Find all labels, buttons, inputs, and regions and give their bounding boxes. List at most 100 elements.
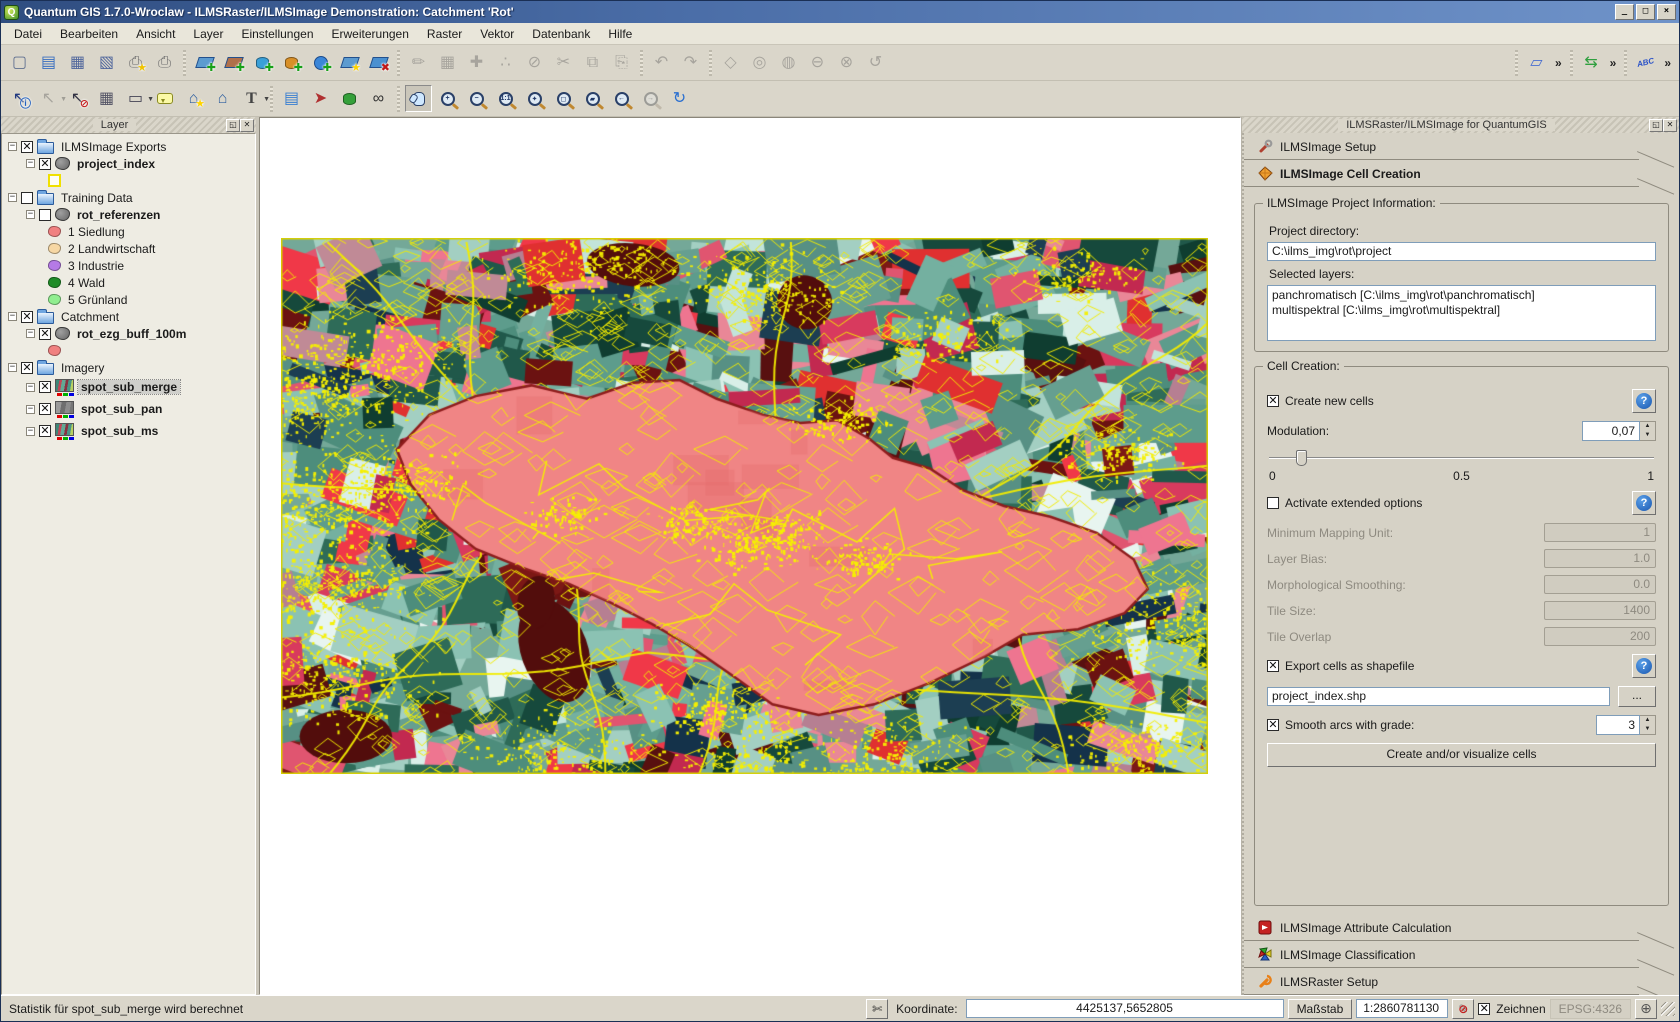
print-icon[interactable]: ⎙ (151, 49, 178, 76)
smooth-arcs-checkbox[interactable]: ✕ Smooth arcs with grade: (1267, 718, 1596, 732)
label-toolbar-icon[interactable]: ABC (1632, 49, 1659, 76)
smooth-spin-arrows[interactable]: ▲▼ (1640, 715, 1656, 735)
ilms-panel-float-icon[interactable]: ◱ (1649, 119, 1663, 132)
extended-options-help-button[interactable]: ? (1632, 491, 1656, 515)
add-vector-layer-icon[interactable]: ✚ (191, 49, 218, 76)
open-project-icon[interactable]: ▤ (35, 49, 62, 76)
symbol-row[interactable] (2, 172, 255, 189)
pan-map-icon[interactable] (405, 85, 432, 112)
plugin-dart-icon[interactable]: ➤ (307, 85, 334, 112)
layer-row[interactable]: −✕rot_ezg_buff_100m (2, 325, 255, 342)
add-raster-layer-icon[interactable]: ✚ (220, 49, 247, 76)
layer-row[interactable]: −✕spot_sub_pan (2, 398, 255, 420)
zoom-out-icon[interactable]: − (463, 85, 490, 112)
layers-panel-header[interactable]: Layer ◱ ✕ (1, 117, 256, 133)
tab-attr[interactable]: ILMSImage Attribute Calculation (1244, 914, 1679, 941)
layer-group-row[interactable]: −✕ILMSImage Exports (2, 138, 255, 155)
menu-datei[interactable]: Datei (5, 24, 51, 44)
arrows-toolbar-icon[interactable]: ⇆ (1578, 49, 1605, 76)
toolbar-overflow-chevron[interactable]: » (1555, 56, 1562, 70)
extended-options-checkbox[interactable]: Activate extended options (1267, 496, 1632, 510)
symbol-row[interactable]: 4 Wald (2, 274, 255, 291)
shapefile-name-field[interactable]: project_index.shp (1267, 687, 1610, 706)
symbol-row[interactable]: 5 Grünland (2, 291, 255, 308)
tree-expander-icon[interactable]: − (8, 312, 17, 321)
layer-visibility-checkbox[interactable]: ✕ (39, 158, 51, 170)
menu-ansicht[interactable]: Ansicht (127, 24, 184, 44)
symbol-row[interactable]: 2 Landwirtschaft (2, 240, 255, 257)
add-wms-layer-icon[interactable]: ✚ (307, 49, 334, 76)
identify-features-icon[interactable]: ↖ⓘ (6, 85, 33, 112)
tab-raster[interactable]: ILMSRaster Setup (1244, 968, 1679, 995)
modulation-value[interactable]: 0,07 (1582, 421, 1640, 441)
add-spatialite-layer-icon[interactable]: ✚ (278, 49, 305, 76)
scale-field[interactable]: 1:2860781130 (1356, 999, 1448, 1018)
export-shapefile-checkmark[interactable]: ✕ (1267, 660, 1279, 672)
title-bar[interactable]: Q Quantum GIS 1.7.0-Wroclaw - ILMSRaster… (1, 1, 1679, 23)
selected-layers-list[interactable]: panchromatisch [C:\ilms_img\rot\panchrom… (1267, 285, 1656, 341)
save-project-icon[interactable]: ▦ (64, 49, 91, 76)
symbol-row[interactable]: 3 Industrie (2, 257, 255, 274)
export-shapefile-checkbox[interactable]: ✕ Export cells as shapefile (1267, 659, 1632, 673)
project-directory-field[interactable]: C:\ilms_img\rot\project (1267, 242, 1656, 261)
tree-expander-icon[interactable]: − (8, 363, 17, 372)
zoom-to-selection-icon[interactable]: ◻ (550, 85, 577, 112)
layer-visibility-checkbox[interactable]: ✕ (39, 328, 51, 340)
resize-grip[interactable] (1661, 1002, 1675, 1016)
menu-datenbank[interactable]: Datenbank (523, 24, 599, 44)
remove-layer-icon[interactable]: ✖ (365, 49, 392, 76)
layers-panel-close-icon[interactable]: ✕ (240, 119, 254, 132)
tree-expander-icon[interactable]: − (26, 329, 35, 338)
tree-expander-icon[interactable]: − (8, 142, 17, 151)
extents-toggle-icon[interactable]: ✄ (866, 999, 888, 1019)
export-help-button[interactable]: ? (1632, 654, 1656, 678)
bookmarks-toolbar-icon[interactable]: ▱ (1523, 49, 1550, 76)
search-binoculars-icon[interactable]: ∞ (365, 85, 392, 112)
spin-down-icon[interactable]: ▼ (1640, 431, 1655, 440)
layer-visibility-checkbox[interactable]: ✕ (39, 403, 51, 415)
smooth-grade-spinbox[interactable]: 3 ▲▼ (1596, 715, 1656, 735)
menu-einstellungen[interactable]: Einstellungen (232, 24, 322, 44)
toolbar-overflow-chevron[interactable]: » (1664, 56, 1671, 70)
menu-raster[interactable]: Raster (418, 24, 471, 44)
crs-globe-icon[interactable]: ⊕ (1635, 999, 1657, 1019)
extended-options-checkmark[interactable] (1267, 497, 1279, 509)
measure-icon[interactable]: ▭▼ (122, 85, 149, 112)
minimize-button[interactable]: _ (1615, 4, 1634, 20)
tree-expander-icon[interactable]: − (26, 405, 35, 414)
slider-handle[interactable] (1296, 450, 1307, 466)
tree-expander-icon[interactable]: − (26, 210, 35, 219)
menu-layer[interactable]: Layer (184, 24, 232, 44)
layer-visibility-checkbox[interactable]: ✕ (39, 209, 51, 221)
create-visualize-cells-button[interactable]: Create and/or visualize cells (1267, 743, 1656, 767)
map-tips-icon[interactable] (151, 85, 178, 112)
toolbar-overflow-chevron[interactable]: » (1610, 56, 1617, 70)
menu-erweiterungen[interactable]: Erweiterungen (323, 24, 418, 44)
map-raster-image[interactable] (281, 238, 1208, 774)
render-checkmark[interactable]: ✕ (1478, 1003, 1490, 1015)
layer-visibility-checkbox[interactable]: ✕ (21, 141, 33, 153)
zoom-to-layer-icon[interactable]: ▰ (579, 85, 606, 112)
tree-expander-icon[interactable]: − (26, 159, 35, 168)
deselect-features-icon[interactable]: ↖⊘ (64, 85, 91, 112)
zoom-native-icon[interactable]: 1:1 (492, 85, 519, 112)
ilms-panel-close-icon[interactable]: ✕ (1663, 119, 1677, 132)
tab-cell[interactable]: ILMSImage Cell Creation (1244, 160, 1679, 187)
symbol-row[interactable]: 1 Siedlung (2, 223, 255, 240)
add-postgis-layer-icon[interactable]: ✚ (249, 49, 276, 76)
new-print-composer-icon[interactable]: ⎙★ (122, 49, 149, 76)
zoom-full-extent-icon[interactable]: ✦ (521, 85, 548, 112)
browse-button[interactable]: ... (1618, 686, 1656, 707)
modulation-spin-arrows[interactable]: ▲▼ (1640, 421, 1656, 441)
close-button[interactable]: × (1657, 4, 1676, 20)
layer-visibility-checkbox[interactable]: ✕ (21, 362, 33, 374)
layer-row[interactable]: −✕project_index (2, 155, 255, 172)
open-attribute-table-icon[interactable]: ▦ (93, 85, 120, 112)
layer-row[interactable]: −✕spot_sub_ms (2, 420, 255, 442)
new-shapefile-layer-icon[interactable]: ★ (336, 49, 363, 76)
menu-bearbeiten[interactable]: Bearbeiten (51, 24, 127, 44)
show-bookmarks-icon[interactable]: ⌂ (209, 85, 236, 112)
ilms-panel-header[interactable]: ILMSRaster/ILMSImage for QuantumGIS ◱ ✕ (1242, 117, 1679, 133)
modulation-spinbox[interactable]: 0,07 ▲▼ (1582, 421, 1656, 441)
tree-expander-icon[interactable]: − (26, 383, 35, 392)
